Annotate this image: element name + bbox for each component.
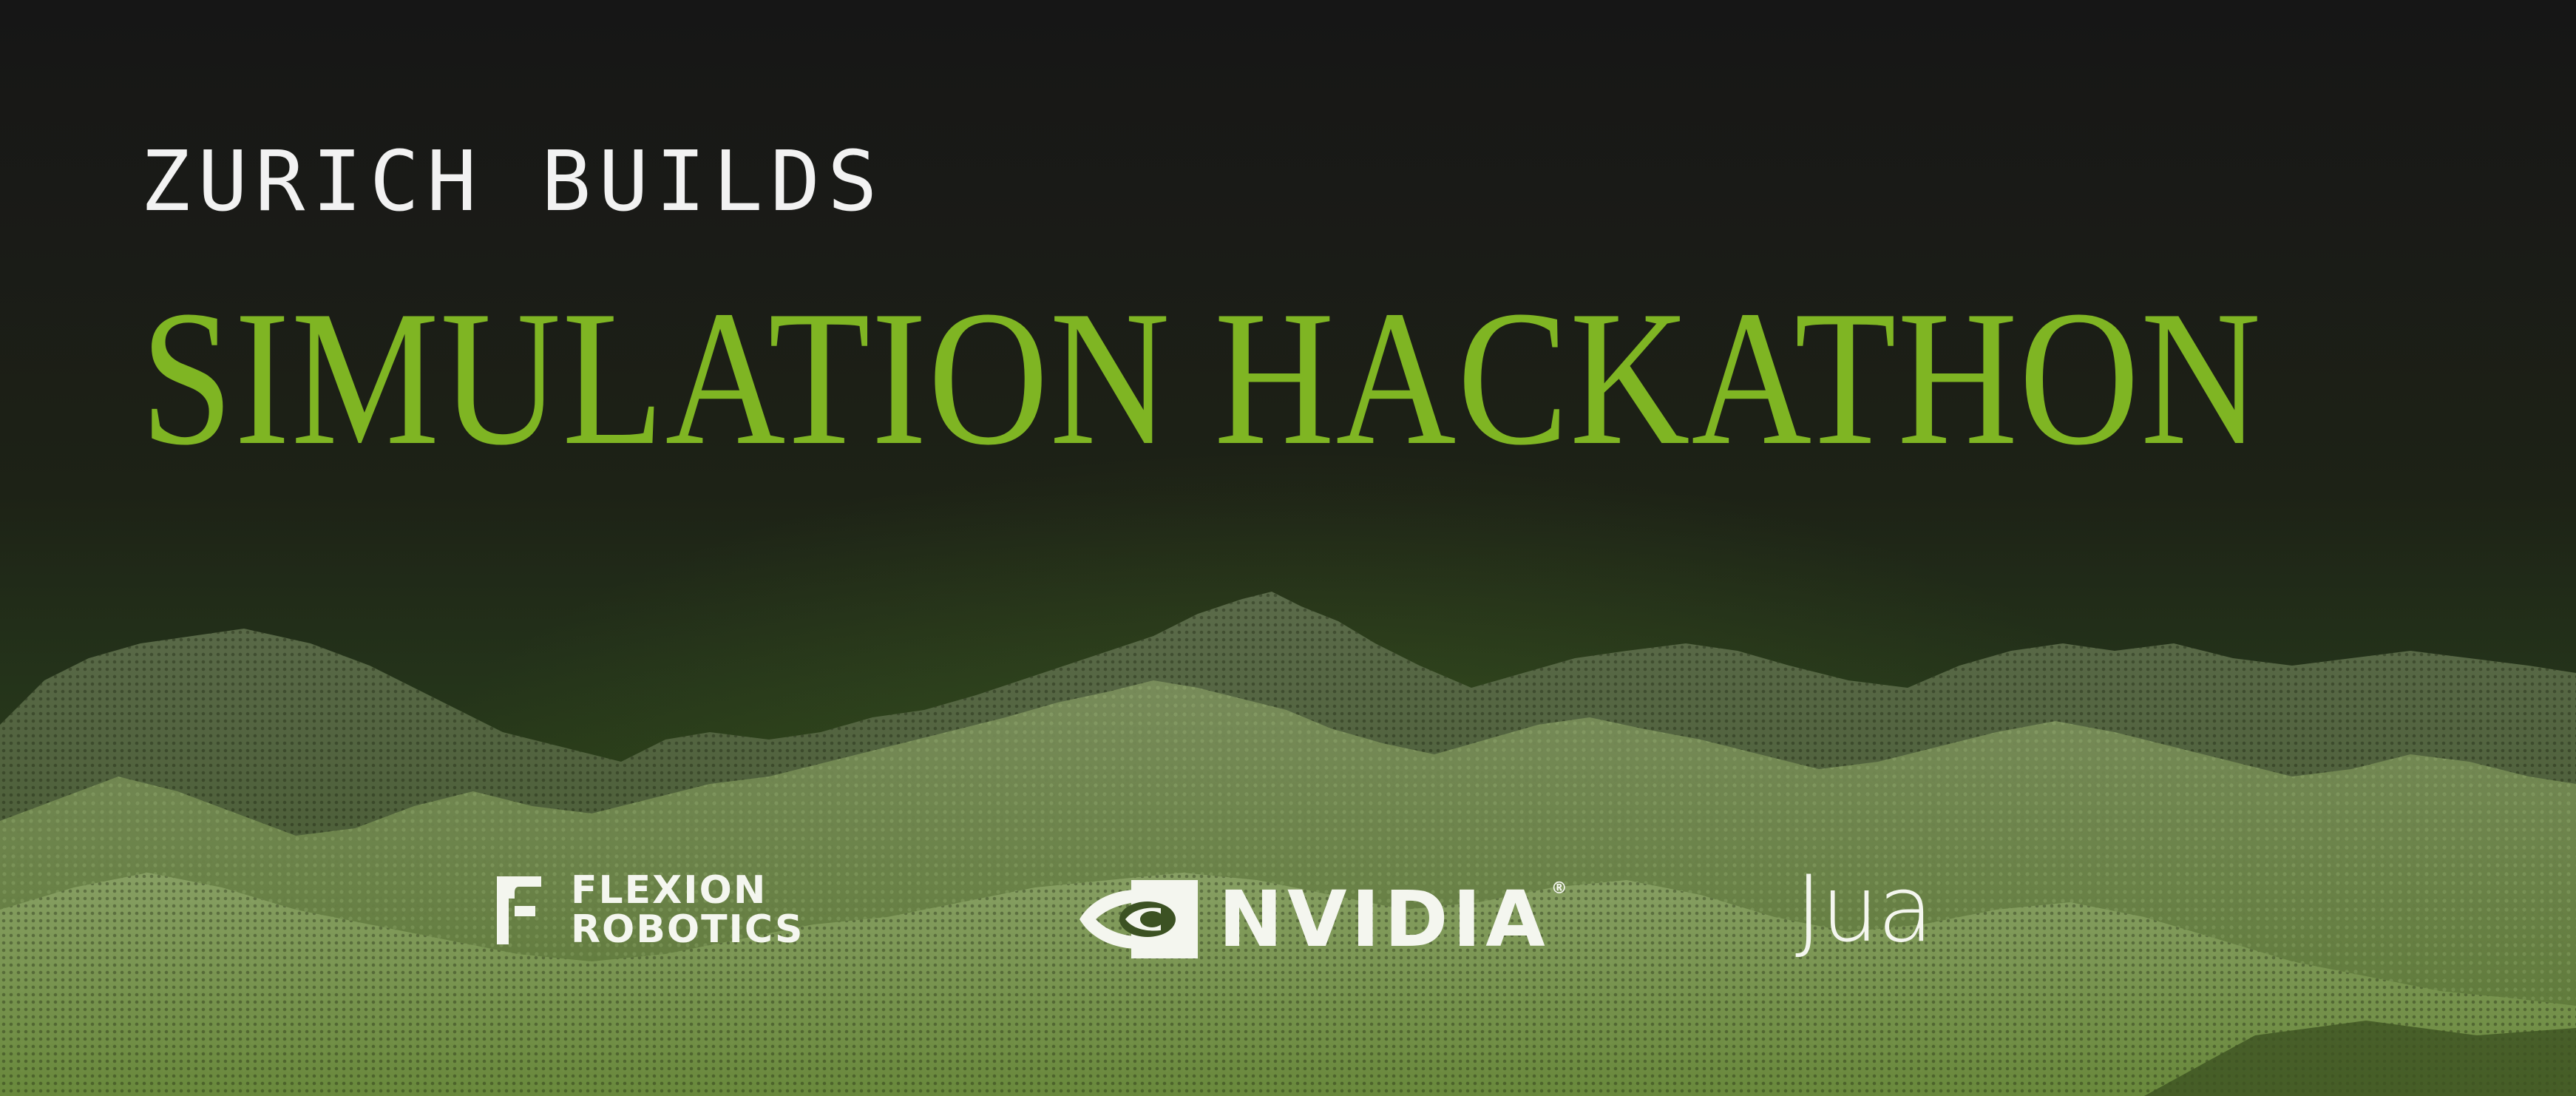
flexion-line-1: FLEXION [571,868,767,913]
event-banner: ZURICH BUILDS SIMULATION HACKATHON FLEXI… [0,0,2576,1096]
event-title: SIMULATION HACKATHON [140,271,2263,485]
flexion-line-2: ROBOTICS [571,907,804,953]
flexion-wordmark: FLEXION ROBOTICS [571,868,804,953]
event-series-label: ZURICH BUILDS [140,134,885,230]
jua-logo: Jua [1795,856,1933,963]
flexion-f-logo-icon [497,876,541,945]
nvidia-eye-logo-icon [1079,880,1198,958]
nvidia-logo: NVIDIA® [1079,880,1572,958]
nvidia-wordmark-text: NVIDIA [1218,874,1550,964]
nvidia-wordmark: NVIDIA® [1218,874,1572,964]
flexion-robotics-logo: FLEXION ROBOTICS [497,868,804,953]
